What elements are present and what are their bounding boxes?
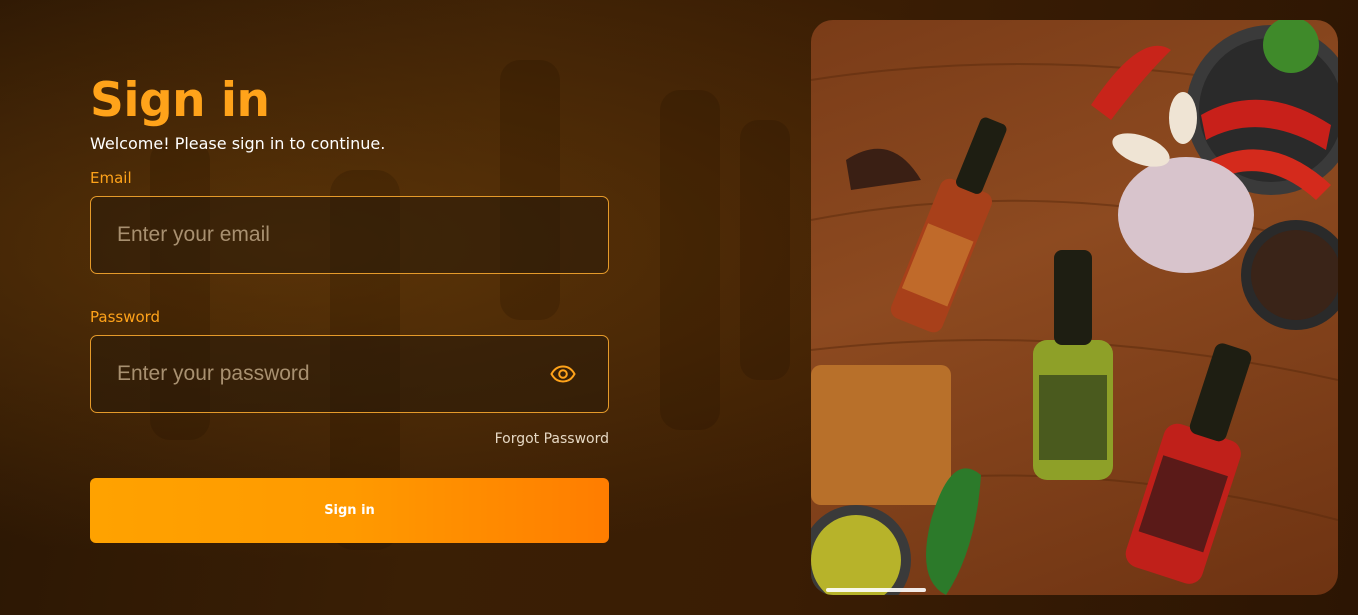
password-field-container bbox=[90, 335, 609, 413]
password-input[interactable] bbox=[117, 362, 582, 386]
password-label: Password bbox=[90, 308, 161, 326]
email-label: Email bbox=[90, 169, 132, 187]
email-input[interactable] bbox=[117, 223, 582, 247]
product-illustration bbox=[811, 20, 1338, 595]
sign-in-button[interactable]: Sign in bbox=[90, 478, 609, 543]
email-field-container bbox=[90, 196, 609, 274]
forgot-password-link[interactable]: Forgot Password bbox=[90, 431, 609, 447]
sign-in-form: Sign in Welcome! Please sign in to conti… bbox=[90, 70, 609, 543]
eye-icon[interactable] bbox=[550, 365, 576, 383]
hot-sauce-product-photo bbox=[811, 20, 1338, 595]
welcome-text: Welcome! Please sign in to continue. bbox=[90, 134, 386, 153]
page-title: Sign in bbox=[90, 73, 270, 128]
